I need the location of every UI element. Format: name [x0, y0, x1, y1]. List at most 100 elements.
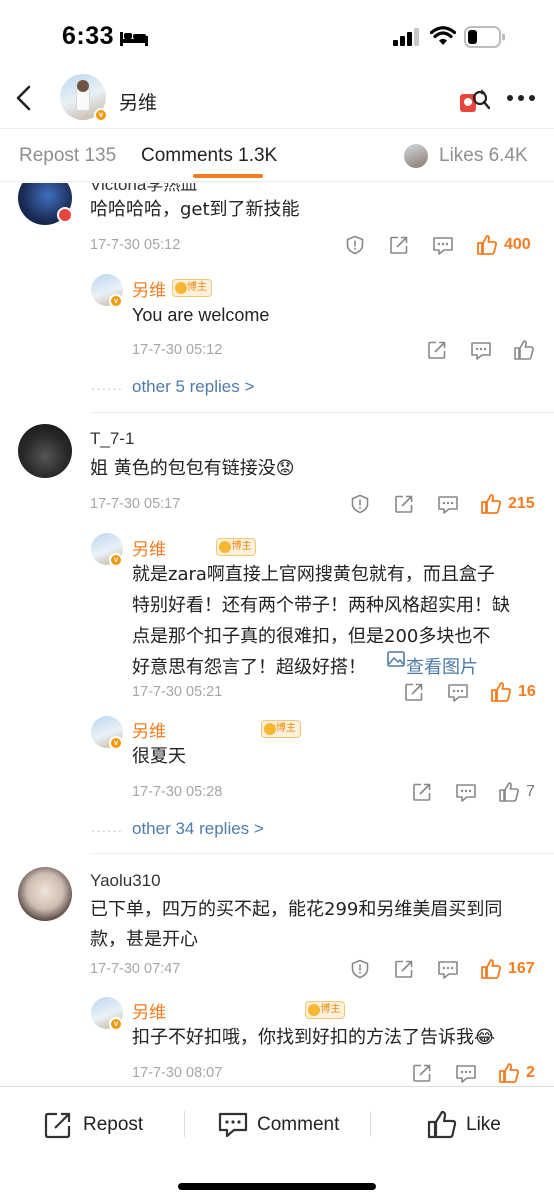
share-icon[interactable]: [427, 340, 447, 360]
comment-label: Comment: [257, 1114, 340, 1135]
reply-text: 扣子不好扣哦，你找到好扣的方法了告诉我😂: [132, 1027, 496, 1048]
reply-text-line: 就是zara啊直接上官网搜黄包就有，而且盒子: [132, 564, 495, 585]
reply-icon[interactable]: [437, 495, 459, 515]
tab-comments[interactable]: Comments 1.3K: [141, 145, 277, 167]
like-button[interactable]: Like: [427, 1107, 501, 1143]
comment-divider: [90, 853, 554, 854]
like-count: 167: [508, 960, 535, 977]
like-count: 16: [518, 683, 536, 700]
share-icon[interactable]: [394, 494, 414, 514]
comment-divider: [90, 412, 554, 413]
like-icon[interactable]: [490, 681, 512, 703]
reply-time: 17-7-30 05:28: [132, 784, 223, 800]
home-indicator: [178, 1183, 376, 1190]
liker-avatar: [404, 144, 428, 168]
like-label: Like: [466, 1114, 501, 1135]
image-icon[interactable]: [387, 651, 405, 667]
commenter-avatar[interactable]: [18, 424, 72, 478]
report-icon[interactable]: [350, 959, 370, 979]
commenter-name[interactable]: Yaolu310: [90, 871, 161, 891]
replier-name[interactable]: 另维: [132, 276, 166, 301]
signal-icon: [393, 28, 419, 46]
reply-icon[interactable]: [455, 783, 477, 803]
active-tab-indicator: [193, 174, 263, 178]
commenter-avatar[interactable]: [18, 867, 72, 921]
commenter-name[interactable]: T_7-1: [90, 429, 134, 449]
reply-text-line: 点是那个扣子真的很难扣，但是200多块也不: [132, 626, 491, 647]
reply-icon[interactable]: [470, 341, 492, 361]
verified-badge-icon: v: [109, 294, 123, 308]
replier-name[interactable]: 另维: [132, 535, 166, 560]
share-icon[interactable]: [394, 959, 414, 979]
comments-feed[interactable]: Victoria李热血 哈哈哈哈，get到了新技能 17-7-30 05:12 …: [0, 183, 554, 1086]
reply-text: You are welcome: [132, 305, 270, 325]
reply-icon[interactable]: [437, 960, 459, 980]
report-icon[interactable]: [345, 235, 365, 255]
wifi-icon: [430, 26, 456, 45]
more-options-icon[interactable]: [506, 94, 536, 102]
reply-icon[interactable]: [447, 683, 469, 703]
like-icon[interactable]: [498, 781, 520, 803]
battery-icon: [464, 26, 505, 48]
share-icon[interactable]: [412, 782, 432, 802]
replies-dots: ······: [91, 823, 123, 838]
repost-label: Repost: [83, 1114, 144, 1135]
status-bar: 6:33: [0, 0, 554, 72]
verified-badge-icon: v: [94, 108, 108, 122]
repost-button[interactable]: Repost: [44, 1107, 143, 1143]
back-arrow-icon[interactable]: [12, 84, 38, 114]
like-icon[interactable]: [480, 493, 502, 515]
like-icon[interactable]: [498, 1062, 520, 1084]
replier-name[interactable]: 另维: [132, 998, 166, 1023]
verified-badge-icon: [57, 207, 73, 223]
separator: [184, 1111, 185, 1137]
reply-text-line: 好意思有怨言了！超级好搭！: [132, 657, 366, 678]
comment-time: 17-7-30 05:17: [90, 496, 181, 512]
reply-time: 17-7-30 08:07: [132, 1065, 223, 1081]
comment-time: 17-7-30 05:12: [90, 237, 181, 253]
comment-time: 17-7-30 07:47: [90, 961, 181, 977]
like-count: 400: [504, 236, 531, 253]
more-replies-link[interactable]: other 34 replies >: [132, 819, 264, 839]
like-icon: [427, 1110, 457, 1139]
weibo-header: v 另维: [0, 72, 554, 128]
share-icon[interactable]: [404, 682, 424, 702]
view-image-link[interactable]: 查看图片: [406, 652, 478, 683]
tab-likes[interactable]: Likes 6.4K: [439, 145, 528, 167]
like-count: 2: [526, 1064, 535, 1081]
like-icon[interactable]: [480, 958, 502, 980]
share-icon[interactable]: [389, 235, 409, 255]
share-icon[interactable]: [412, 1063, 432, 1083]
verified-badge-icon: v: [109, 1017, 123, 1031]
reply-time: 17-7-30 05:21: [132, 684, 223, 700]
comment-text: 姐 黄色的包包有链接没😟: [90, 458, 295, 479]
author-avatar[interactable]: v: [60, 74, 108, 122]
reply-text-line: 特别好看！还有两个带子！两种风格超实用！缺: [132, 595, 510, 616]
verified-badge-icon: v: [109, 736, 123, 750]
comment-icon: [218, 1112, 248, 1138]
tab-repost[interactable]: Repost 135: [19, 145, 116, 167]
comment-text-line: 已下单，四万的买不起，能花299和另维美眉买到同: [90, 899, 503, 920]
post-tabs: Repost 135 Comments 1.3K Likes 6.4K: [0, 128, 554, 182]
report-icon[interactable]: [350, 494, 370, 514]
reply-icon[interactable]: [432, 236, 454, 256]
like-icon[interactable]: [476, 234, 498, 256]
blogger-badge: 博主: [305, 1001, 346, 1019]
verified-badge-icon: v: [109, 553, 123, 567]
reply-text: 很夏天: [132, 746, 186, 767]
reply-icon[interactable]: [455, 1064, 477, 1084]
more-replies-link[interactable]: other 5 replies >: [132, 377, 254, 397]
repost-icon: [44, 1112, 71, 1139]
reply-time: 17-7-30 05:12: [132, 342, 223, 358]
like-count: 215: [508, 495, 535, 512]
blogger-badge: 博主: [216, 538, 257, 556]
red-packet-icon[interactable]: [458, 86, 490, 116]
like-icon[interactable]: [513, 339, 535, 361]
replies-dots: ······: [91, 381, 123, 396]
blogger-badge: 博主: [172, 279, 212, 297]
comment-button[interactable]: Comment: [218, 1107, 339, 1143]
like-count: 7: [526, 783, 535, 800]
status-time: 6:33: [62, 22, 115, 50]
author-name[interactable]: 另维: [119, 88, 157, 115]
replier-name[interactable]: 另维: [132, 717, 166, 742]
